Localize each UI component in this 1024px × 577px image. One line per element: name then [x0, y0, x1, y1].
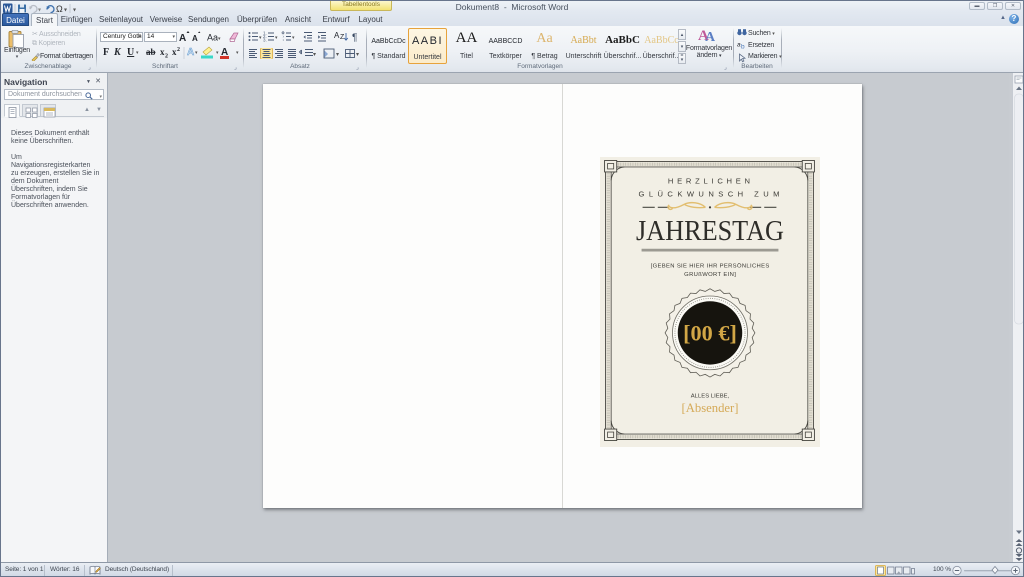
svg-text:[GEBEN SIE HIER IHR PERSÖNLICH: [GEBEN SIE HIER IHR PERSÖNLICHES [651, 263, 770, 270]
svg-text:▾: ▾ [275, 35, 278, 41]
svg-text:▾: ▾ [292, 35, 295, 41]
svg-text:K: K [113, 47, 122, 58]
svg-text:GLÜCKWUNSCH ZUM: GLÜCKWUNSCH ZUM [639, 189, 780, 198]
svg-text:▾: ▾ [136, 50, 139, 56]
svg-text:▾: ▾ [336, 52, 339, 58]
svg-text:U: U [127, 47, 134, 58]
svg-text:HERZLICHEN: HERZLICHEN [668, 176, 750, 185]
svg-text:A: A [192, 34, 198, 43]
svg-text:¶: ¶ [352, 33, 357, 44]
svg-text:ALLES LIEBE,: ALLES LIEBE, [691, 394, 730, 400]
svg-text:A: A [187, 47, 194, 58]
svg-text:b: b [741, 44, 745, 51]
svg-text:ab: ab [146, 47, 156, 57]
svg-text:▾: ▾ [356, 52, 359, 58]
svg-text:[Absender]: [Absender] [682, 401, 739, 415]
svg-text:2: 2 [165, 54, 168, 60]
svg-text:▾: ▾ [259, 35, 262, 41]
svg-text:A: A [179, 33, 186, 43]
svg-text:›: › [283, 38, 285, 43]
svg-text:[00 €]: [00 €] [683, 321, 737, 346]
svg-text:Z: Z [340, 34, 345, 41]
svg-text:JAHRESTAG: JAHRESTAG [636, 215, 784, 247]
svg-text:▾: ▾ [216, 50, 219, 56]
svg-text:▾: ▾ [195, 50, 198, 56]
svg-text:F: F [103, 47, 109, 58]
svg-text:▾: ▾ [236, 50, 239, 56]
svg-text:▾: ▾ [218, 36, 221, 42]
svg-text:GRUßWORT EIN]: GRUßWORT EIN] [684, 272, 736, 278]
svg-text:3.: 3. [263, 38, 267, 43]
svg-text:▾: ▾ [313, 52, 316, 58]
svg-text:2: 2 [177, 47, 180, 53]
svg-text:Aa: Aa [207, 33, 218, 43]
